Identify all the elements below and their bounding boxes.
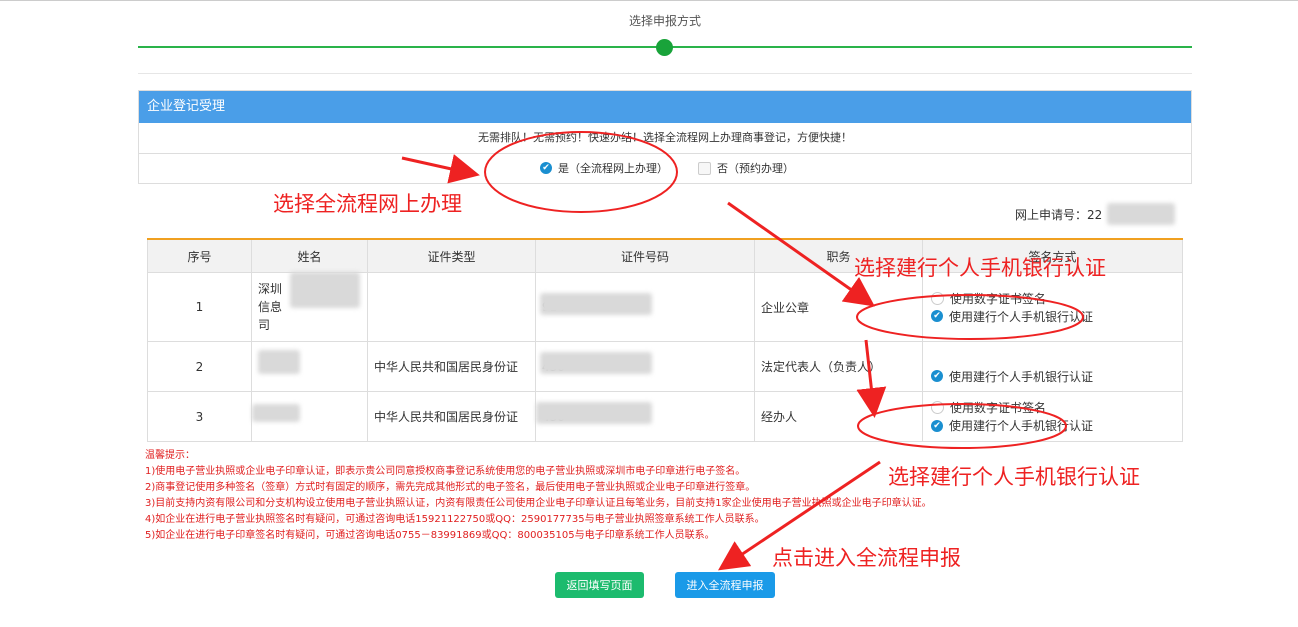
back-to-form-button[interactable]: 返回填写页面 bbox=[555, 572, 644, 598]
checkmark-icon: ✔ bbox=[931, 310, 943, 322]
redacted-block bbox=[536, 402, 652, 424]
id-type: 中华人民共和国居民身份证 bbox=[367, 341, 536, 392]
option-appointment-label: 否（预约办理） bbox=[717, 162, 794, 175]
application-number: 网上申请号：22 bbox=[1015, 206, 1102, 223]
option-appointment[interactable]: 否（预约办理） bbox=[698, 160, 794, 176]
step-title: 选择申报方式 bbox=[628, 14, 701, 28]
signer-role: 经办人 bbox=[754, 391, 923, 442]
signer-role: 企业公章 bbox=[754, 272, 923, 342]
option-online[interactable]: ✔ 是（全流程网上办理） bbox=[540, 160, 668, 176]
redacted-block bbox=[290, 272, 360, 308]
sign-option-label: 使用建行个人手机银行认证 bbox=[949, 369, 1094, 384]
sign-method-cell: 使用数字证书签名 ✔ 使用建行个人手机银行认证 bbox=[922, 391, 1183, 442]
annotation-text: 选择建行个人手机银行认证 bbox=[854, 256, 1106, 280]
option-online-label: 是（全流程网上办理） bbox=[558, 162, 668, 175]
checkmark-icon: ✔ bbox=[931, 370, 943, 382]
row-number: 1 bbox=[147, 272, 252, 342]
panel-notice: 无需排队！无需预约！快速办结！选择全流程网上办理商事登记，方便快捷！ bbox=[139, 123, 1191, 154]
step-indicator-dot bbox=[656, 39, 673, 56]
redacted-block bbox=[540, 352, 652, 374]
id-type: 中华人民共和国居民身份证 bbox=[367, 391, 536, 442]
checkmark-icon: ✔ bbox=[931, 419, 943, 432]
tip-line: 3)目前支持内资有限公司和分支机构设立使用电子营业执照认证，内资有限责任公司使用… bbox=[145, 498, 932, 509]
redacted-block bbox=[252, 404, 300, 422]
annotation-text: 点击进入全流程申报 bbox=[772, 546, 961, 570]
row-number: 3 bbox=[147, 391, 252, 442]
sign-option-ccb[interactable]: ✔ 使用建行个人手机银行认证 bbox=[931, 367, 1174, 385]
row-number: 2 bbox=[147, 341, 252, 392]
application-number-value: 22 bbox=[1087, 208, 1103, 222]
application-number-label: 网上申请号： bbox=[1015, 208, 1088, 222]
sign-option-cert[interactable]: 使用数字证书签名 bbox=[931, 399, 1174, 417]
redacted-block bbox=[540, 293, 652, 315]
sign-option-cert[interactable]: 使用数字证书签名 bbox=[931, 289, 1174, 307]
sign-method-cell: ✔ 使用建行个人手机银行认证 bbox=[922, 341, 1183, 392]
checkmark-icon: ✔ bbox=[540, 162, 552, 174]
signer-role: 法定代表人（负责人） bbox=[754, 341, 923, 392]
radio-empty-icon bbox=[931, 401, 944, 414]
sign-option-ccb[interactable]: ✔ 使用建行个人手机银行认证 bbox=[931, 307, 1174, 325]
checkbox-empty-icon bbox=[698, 161, 711, 175]
table-row: 2 中华人民共和国居民身份证 430 法定代表人（负责人） ✔ 使用建行个人手机… bbox=[147, 341, 1183, 392]
sign-option-label: 使用数字证书签名 bbox=[950, 291, 1047, 306]
redacted-block bbox=[258, 350, 300, 374]
sign-method-cell: 使用数字证书签名 ✔ 使用建行个人手机银行认证 bbox=[922, 272, 1183, 342]
column-header: 证件类型 bbox=[367, 238, 536, 273]
table-row: 3 中华人民共和国居民身份证 430 经办人 使用数字证书签名 ✔ 使用建行个人… bbox=[147, 391, 1183, 442]
sign-option-label: 使用建行个人手机银行认证 bbox=[949, 309, 1094, 324]
tip-line: 5)如企业在进行电子印章签名时有疑问，可通过咨询电话0755－83991869或… bbox=[145, 530, 715, 541]
redacted-block bbox=[1107, 203, 1175, 225]
column-header: 序号 bbox=[147, 238, 252, 273]
id-type bbox=[367, 272, 536, 342]
sign-option-ccb[interactable]: ✔ 使用建行个人手机银行认证 bbox=[931, 417, 1174, 435]
sign-option-label: 使用建行个人手机银行认证 bbox=[949, 419, 1094, 433]
annotation-text: 选择建行个人手机银行认证 bbox=[888, 465, 1140, 489]
column-header: 证件号码 bbox=[535, 238, 755, 273]
annotation-text: 选择全流程网上办理 bbox=[273, 192, 462, 216]
radio-empty-icon bbox=[931, 291, 944, 305]
sign-option-label: 使用数字证书签名 bbox=[950, 401, 1047, 415]
tip-line: 4)如企业在进行电子营业执照签名时有疑问，可通过咨询电话15921122750或… bbox=[145, 514, 765, 525]
divider bbox=[138, 73, 1192, 74]
column-header: 姓名 bbox=[251, 238, 368, 273]
enter-full-process-button[interactable]: 进入全流程申报 bbox=[675, 572, 775, 598]
panel-title: 企业登记受理 bbox=[139, 91, 1191, 123]
top-border bbox=[0, 0, 1298, 1]
